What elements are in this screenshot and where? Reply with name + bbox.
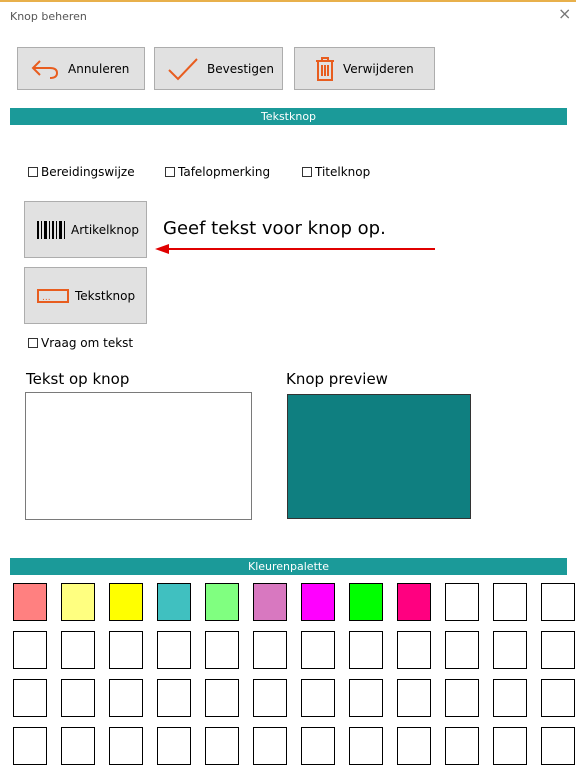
section-header-palette: Kleurenpalette: [10, 558, 567, 575]
color-swatch[interactable]: [205, 583, 239, 621]
color-swatch[interactable]: [61, 727, 95, 765]
confirm-button-label: Bevestigen: [207, 61, 274, 76]
color-swatch[interactable]: [349, 631, 383, 669]
color-swatch[interactable]: [109, 583, 143, 621]
article-button-label: Artikelknop: [71, 222, 139, 237]
delete-button-label: Verwijderen: [343, 61, 414, 76]
checkbox-preparation[interactable]: Bereidingswijze: [28, 165, 135, 179]
undo-arrow-icon: [30, 58, 60, 80]
color-swatch[interactable]: [61, 679, 95, 717]
color-swatch[interactable]: [541, 631, 575, 669]
color-swatch[interactable]: [301, 679, 335, 717]
checkbox-table-note[interactable]: Tafelopmerking: [165, 165, 270, 179]
color-swatch[interactable]: [493, 727, 527, 765]
color-swatch[interactable]: [13, 583, 47, 621]
close-icon[interactable]: ×: [558, 4, 571, 23]
barcode-icon: [37, 220, 65, 239]
svg-text:...: ...: [42, 293, 51, 303]
color-swatch[interactable]: [109, 631, 143, 669]
delete-button[interactable]: Verwijderen: [294, 47, 435, 90]
color-swatch[interactable]: [253, 583, 287, 621]
color-swatch[interactable]: [61, 583, 95, 621]
checkbox-label: Titelknop: [315, 165, 371, 179]
color-swatch[interactable]: [445, 727, 479, 765]
color-swatch[interactable]: [397, 583, 431, 621]
checkmark-icon: [167, 57, 199, 81]
color-swatch[interactable]: [301, 583, 335, 621]
color-swatch[interactable]: [253, 631, 287, 669]
color-swatch[interactable]: [61, 631, 95, 669]
color-swatch[interactable]: [13, 727, 47, 765]
color-swatch[interactable]: [541, 679, 575, 717]
text-on-button-label: Tekst op knop: [26, 370, 130, 388]
color-swatch[interactable]: [301, 727, 335, 765]
color-swatch[interactable]: [349, 727, 383, 765]
color-swatch[interactable]: [157, 679, 191, 717]
color-swatch[interactable]: [397, 727, 431, 765]
color-swatch[interactable]: [13, 679, 47, 717]
color-swatch[interactable]: [493, 679, 527, 717]
window-title: Knop beheren: [10, 10, 87, 23]
color-swatch[interactable]: [493, 631, 527, 669]
checkbox-ask-text[interactable]: Vraag om tekst: [28, 336, 133, 350]
color-swatch[interactable]: [493, 583, 527, 621]
color-swatch[interactable]: [205, 727, 239, 765]
color-swatch[interactable]: [349, 679, 383, 717]
color-swatch[interactable]: [109, 727, 143, 765]
color-swatch[interactable]: [253, 679, 287, 717]
checkbox-label: Tafelopmerking: [178, 165, 271, 179]
color-swatch[interactable]: [541, 583, 575, 621]
instruction-annotation: Geef tekst voor knop op.: [163, 218, 386, 239]
article-button-type[interactable]: Artikelknop: [24, 201, 147, 258]
button-text-input[interactable]: [25, 392, 252, 520]
checkbox-label: Bereidingswijze: [41, 165, 135, 179]
color-swatch[interactable]: [13, 631, 47, 669]
color-swatch[interactable]: [445, 631, 479, 669]
checkbox-label: Vraag om tekst: [41, 336, 134, 350]
confirm-button[interactable]: Bevestigen: [154, 47, 283, 90]
color-swatch[interactable]: [397, 631, 431, 669]
checkbox-box[interactable]: [28, 338, 38, 348]
color-swatch[interactable]: [157, 631, 191, 669]
color-swatch[interactable]: [445, 679, 479, 717]
button-preview: [287, 394, 471, 519]
checkbox-box[interactable]: [302, 167, 312, 177]
trash-icon: [315, 56, 335, 81]
text-button-label: Tekstknop: [75, 288, 136, 303]
preview-label: Knop preview: [286, 370, 388, 388]
color-swatch[interactable]: [253, 727, 287, 765]
color-swatch[interactable]: [301, 631, 335, 669]
checkbox-title-button[interactable]: Titelknop: [302, 165, 370, 179]
color-swatch[interactable]: [445, 583, 479, 621]
color-swatch[interactable]: [205, 631, 239, 669]
color-swatch[interactable]: [109, 679, 143, 717]
checkbox-box[interactable]: [28, 167, 38, 177]
cancel-button-label: Annuleren: [68, 61, 130, 76]
color-swatch[interactable]: [157, 583, 191, 621]
section-header-tekstknop: Tekstknop: [10, 108, 567, 125]
window-accent-line: [0, 0, 576, 2]
text-box-icon: ...: [37, 288, 69, 303]
color-swatch[interactable]: [349, 583, 383, 621]
color-swatch[interactable]: [397, 679, 431, 717]
color-swatch[interactable]: [157, 727, 191, 765]
color-swatch[interactable]: [541, 727, 575, 765]
color-swatch[interactable]: [205, 679, 239, 717]
text-button-type[interactable]: ... Tekstknop: [24, 267, 147, 324]
annotation-arrow-icon: [155, 244, 435, 254]
checkbox-box[interactable]: [165, 167, 175, 177]
cancel-button[interactable]: Annuleren: [17, 47, 145, 90]
